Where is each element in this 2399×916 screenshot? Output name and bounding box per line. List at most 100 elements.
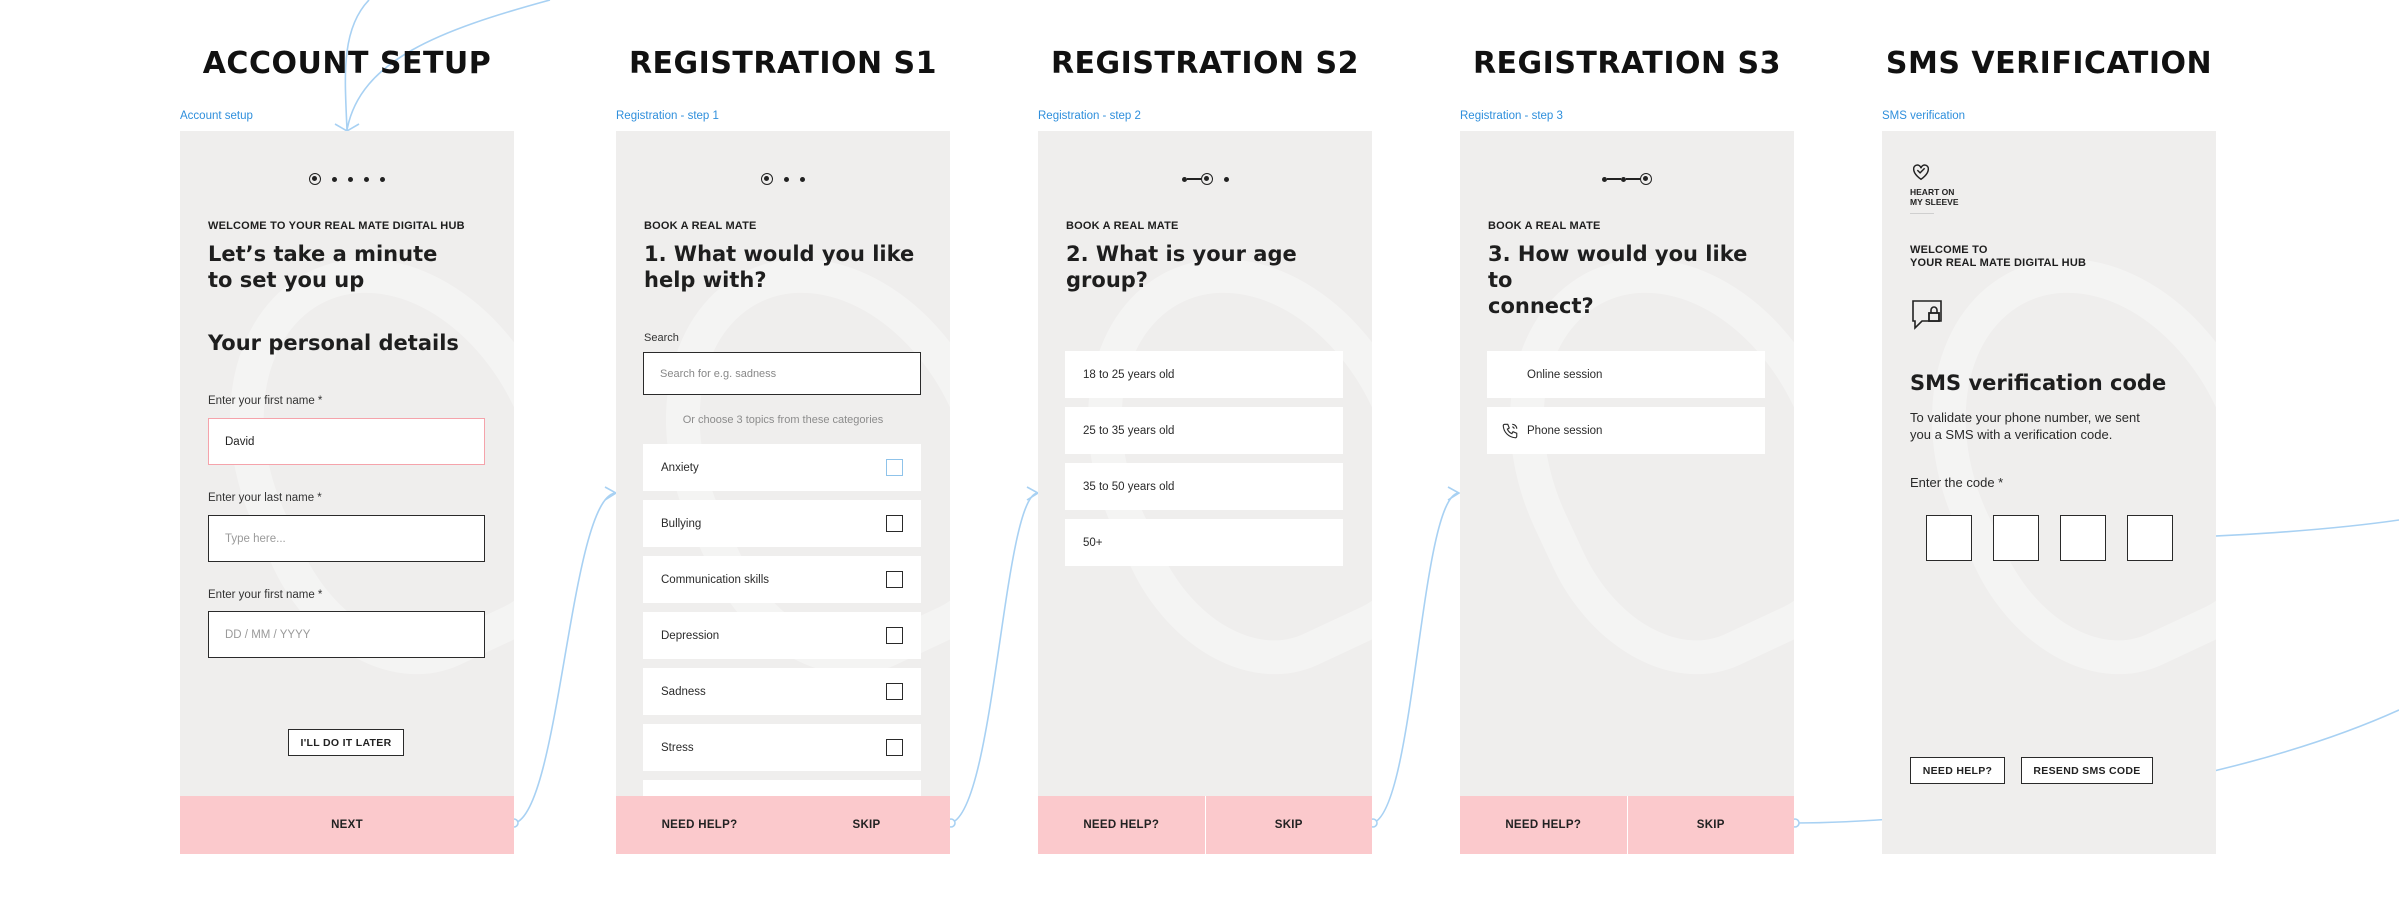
step-dot: [364, 176, 369, 182]
footer-bar: NEED HELP? SKIP: [616, 796, 950, 854]
footer-bar: NEED HELP? SKIP: [1460, 796, 1794, 854]
welcome-overline: WELCOME TO YOUR REAL MATE DIGITAL HUB: [208, 220, 465, 232]
page-heading: Let’s take a minute to set you up: [208, 241, 498, 293]
dob-placeholder: DD / MM / YYYY: [225, 628, 311, 641]
step-indicator: [180, 173, 514, 185]
board-title-registration-s2: REGISTRATION S2: [1050, 46, 1360, 81]
heading-line-2: to set you up: [208, 268, 365, 292]
topic-checkbox[interactable]: [886, 739, 903, 756]
screen-sms-verification: HEART ON MY SLEEVE WELCOME TO YOUR REAL …: [1882, 131, 2216, 854]
resend-sms-button[interactable]: RESEND SMS CODE: [2021, 757, 2153, 784]
footer-bar: NEED HELP? SKIP: [1038, 796, 1372, 854]
search-placeholder: Search for e.g. sadness: [660, 367, 777, 380]
topic-checkbox[interactable]: [886, 459, 903, 476]
skip-button[interactable]: SKIP: [783, 796, 950, 854]
topic-label: Depression: [661, 629, 720, 642]
logo-divider: [1910, 213, 1934, 214]
page-heading: 2. What is your age group?: [1066, 241, 1356, 293]
frame-label-registration-s2[interactable]: Registration - step 2: [1038, 110, 1141, 122]
skip-button[interactable]: SKIP: [1628, 796, 1795, 854]
step-connector: [1186, 178, 1201, 180]
frame-label-registration-s1[interactable]: Registration - step 1: [616, 110, 719, 122]
sms-heading: SMS verification code: [1910, 371, 2167, 395]
chat-lock-icon: [1910, 297, 1946, 338]
welcome-line-1: WELCOME TO: [1910, 244, 1988, 256]
code-digit-1[interactable]: [1926, 515, 1972, 561]
heading-line-1: 3. How would you like to: [1488, 242, 1748, 292]
age-option-25-35[interactable]: 25 to 35 years old: [1065, 407, 1343, 454]
next-button[interactable]: NEXT: [180, 796, 514, 854]
age-label: 18 to 25 years old: [1083, 368, 1175, 381]
first-name-field[interactable]: David: [208, 418, 485, 465]
board-title-registration-s1: REGISTRATION S1: [628, 46, 938, 81]
need-help-button[interactable]: NEED HELP?: [1910, 757, 2005, 784]
need-help-button[interactable]: NEED HELP?: [1460, 796, 1627, 854]
age-option-18-25[interactable]: 18 to 25 years old: [1065, 351, 1343, 398]
heading-line-1: 1. What would you like: [644, 242, 915, 266]
step-dot: [1223, 176, 1229, 182]
step-connector: [1626, 178, 1640, 180]
search-input[interactable]: Search for e.g. sadness: [643, 352, 921, 395]
topic-checkbox[interactable]: [886, 683, 903, 700]
topic-checkbox[interactable]: [886, 627, 903, 644]
topic-option-bullying[interactable]: Bullying: [643, 500, 921, 547]
step-dot: [784, 176, 789, 182]
logo-line-2: MY SLEEVE: [1910, 196, 1959, 207]
topic-label: Sadness: [661, 685, 706, 698]
topic-option-communication-skills[interactable]: Communication skills: [643, 556, 921, 603]
code-digit-2[interactable]: [1993, 515, 2039, 561]
board-title-sms-verification: SMS VERIFICATION: [1885, 46, 2213, 81]
board-title-registration-s3: REGISTRATION S3: [1472, 46, 1782, 81]
step-dot-active: [761, 173, 773, 185]
topic-label: Anxiety: [661, 461, 699, 474]
topic-checkbox[interactable]: [886, 571, 903, 588]
last-name-placeholder: Type here...: [225, 532, 286, 545]
step-dot-active: [1640, 173, 1652, 185]
first-name-value: David: [225, 435, 255, 448]
step-dot: [380, 176, 385, 182]
topic-checkbox[interactable]: [886, 515, 903, 532]
category-hint: Or choose 3 topics from these categories: [682, 414, 884, 426]
connect-option-online[interactable]: Online session: [1487, 351, 1765, 398]
topic-label: Communication skills: [661, 573, 770, 586]
dob-field[interactable]: DD / MM / YYYY: [208, 611, 485, 658]
topic-option-sadness[interactable]: Sadness: [643, 668, 921, 715]
code-digit-3[interactable]: [2060, 515, 2106, 561]
screen-registration-s3: BOOK A REAL MATE 3. How would you like t…: [1460, 131, 1794, 854]
book-overline: BOOK A REAL MATE: [1066, 220, 1179, 232]
heart-logo-icon: [1912, 164, 1930, 181]
search-label: Search: [644, 332, 679, 344]
step-dot-active: [1200, 173, 1213, 185]
frame-label-registration-s3[interactable]: Registration - step 3: [1460, 110, 1563, 122]
connect-label: Phone session: [1527, 424, 1603, 437]
topic-option-depression[interactable]: Depression: [643, 612, 921, 659]
skip-button[interactable]: SKIP: [1206, 796, 1373, 854]
screen-account-setup: WELCOME TO YOUR REAL MATE DIGITAL HUB Le…: [180, 131, 514, 854]
heading-line-2: connect?: [1488, 294, 1594, 318]
connect-option-phone[interactable]: Phone session: [1487, 407, 1765, 454]
step-dot: [800, 176, 805, 182]
description-line-1: To validate your phone number, we sent: [1910, 410, 2140, 425]
code-label: Enter the code *: [1910, 475, 2004, 490]
frame-label-sms-verification[interactable]: SMS verification: [1882, 110, 1965, 122]
first-name-label: Enter your first name *: [208, 395, 323, 407]
step-dot: [332, 176, 337, 182]
topic-label: Stress: [661, 741, 694, 754]
step-indicator: [1038, 173, 1372, 185]
code-digit-4[interactable]: [2127, 515, 2173, 561]
book-overline: BOOK A REAL MATE: [644, 220, 757, 232]
board-title-account-setup: ACCOUNT SETUP: [202, 46, 492, 81]
do-it-later-button[interactable]: I'LL DO IT LATER: [288, 729, 404, 756]
topic-option-stress[interactable]: Stress: [643, 724, 921, 771]
frame-label-account-setup[interactable]: Account setup: [180, 110, 253, 122]
heading-line-1: Let’s take a minute: [208, 242, 438, 266]
logo-text: HEART ON MY SLEEVE: [1910, 187, 1959, 207]
need-help-button[interactable]: NEED HELP?: [1038, 796, 1205, 854]
topic-label: Bullying: [661, 517, 702, 530]
age-option-50-plus[interactable]: 50+: [1065, 519, 1343, 566]
welcome-line-2: YOUR REAL MATE DIGITAL HUB: [1910, 257, 2087, 269]
topic-option-anxiety[interactable]: Anxiety: [643, 444, 921, 491]
last-name-field[interactable]: Type here...: [208, 515, 485, 562]
age-option-35-50[interactable]: 35 to 50 years old: [1065, 463, 1343, 510]
need-help-button[interactable]: NEED HELP?: [616, 796, 783, 854]
